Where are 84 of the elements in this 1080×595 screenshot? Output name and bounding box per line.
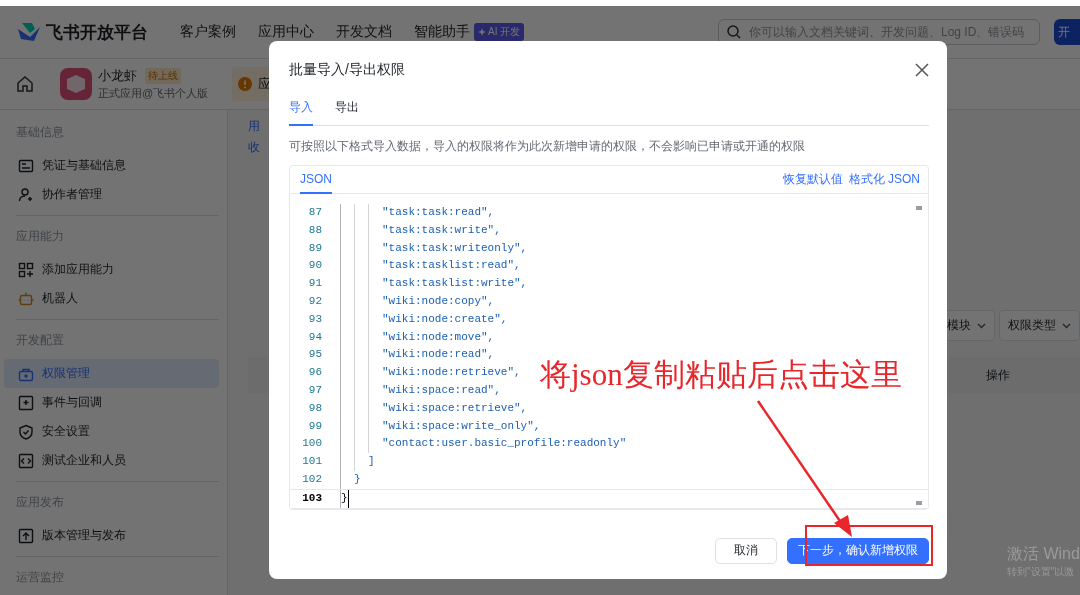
grid-icon <box>18 261 34 278</box>
sidebar-item[interactable]: 权限管理 <box>4 359 219 388</box>
cut-text: 用 <box>248 118 260 135</box>
nav-link[interactable]: 开发文档 <box>336 23 392 41</box>
code-line: "wiki:node:retrieve", <box>382 365 521 381</box>
developer-button[interactable]: 开 <box>1054 19 1080 45</box>
code-line: "task:tasklist:write", <box>382 276 528 292</box>
editor-action-link[interactable]: 格式化 JSON <box>848 171 920 188</box>
search-icon <box>727 25 741 39</box>
code-line: "contact:user.basic_profile:readonly" <box>382 436 627 452</box>
dialog-tab[interactable]: 导入 <box>289 99 313 126</box>
app-icon <box>60 68 92 100</box>
code-line: "wiki:space:read", <box>382 382 501 398</box>
notice-text: 应 <box>258 75 272 93</box>
code-line: "task:task:read", <box>382 205 495 220</box>
sidebar-item[interactable]: 测试企业和人员 <box>4 446 219 475</box>
editor-action-link[interactable]: 恢复默认值 <box>782 171 843 188</box>
code-line: } <box>354 471 361 487</box>
table-header-cell: 操作 <box>986 366 1010 384</box>
plus-icon <box>18 394 34 411</box>
code-line: ] <box>368 454 375 470</box>
code-line: "task:task:writeonly", <box>382 240 528 256</box>
line-number: 101 <box>301 454 323 470</box>
annotation-text: 将json复制粘贴后点击这里 <box>540 356 902 394</box>
line-number: 96 <box>307 365 323 381</box>
filter-dropdown[interactable]: 模块 <box>944 310 995 341</box>
code-line: "wiki:node:move", <box>382 329 495 345</box>
app-name: 小龙虾 <box>98 67 137 85</box>
nav-link[interactable]: 客户案例 <box>180 23 236 41</box>
line-number: 100 <box>301 436 323 452</box>
home-icon[interactable] <box>16 75 34 93</box>
card-icon <box>18 157 34 174</box>
code-line: "wiki:space:write_only", <box>382 418 541 434</box>
sidebar-item[interactable]: 添加应用能力 <box>4 255 219 284</box>
sidebar-item[interactable]: 版本管理与发布 <box>4 521 219 550</box>
dialog-tab[interactable]: 导出 <box>335 99 359 126</box>
line-number: 97 <box>307 382 323 398</box>
code-icon <box>18 452 34 469</box>
sidebar-item[interactable]: 安全设置 <box>4 417 219 446</box>
line-number: 103 <box>301 490 323 506</box>
sidebar-item[interactable]: 机器人 <box>4 284 219 313</box>
close-icon[interactable] <box>915 63 929 77</box>
line-number: 95 <box>307 347 323 363</box>
line-number: 94 <box>307 329 323 345</box>
filter-dropdown[interactable]: 权限类型 <box>999 310 1080 341</box>
line-number: 99 <box>307 418 323 434</box>
chevron-down-icon <box>1062 322 1071 329</box>
code-line: "task:task:write", <box>382 222 501 238</box>
line-number: 89 <box>307 240 323 256</box>
line-number: 91 <box>307 276 323 292</box>
code-line: "wiki:node:create", <box>382 311 508 327</box>
cut-text: 收 <box>248 139 260 156</box>
shield-icon <box>18 423 34 440</box>
ai-badge: AI 开发 <box>474 23 525 41</box>
nav-link[interactable]: 应用中心 <box>258 23 314 41</box>
line-number: 102 <box>301 471 323 487</box>
nav-link[interactable]: 智能助手 <box>414 23 470 41</box>
upload-icon <box>18 527 34 544</box>
dialog-title: 批量导入/导出权限 <box>289 61 405 79</box>
code-line: "wiki:node:read", <box>382 347 495 363</box>
line-number: 87 <box>307 205 323 220</box>
robot-icon <box>18 290 34 307</box>
logo-icon <box>18 23 40 41</box>
app-subtitle: 正式应用@飞书个人版 <box>98 86 209 101</box>
line-number: 90 <box>307 258 323 274</box>
code-line: "wiki:node:copy", <box>382 294 495 309</box>
line-number: 98 <box>307 400 323 416</box>
cancel-button[interactable]: 取消 <box>715 537 777 564</box>
sidebar-item[interactable]: 协作者管理 <box>4 180 219 209</box>
line-number: 88 <box>307 222 323 238</box>
brand-name[interactable]: 飞书开放平台 <box>46 20 148 44</box>
dialog-description: 可按照以下格式导入数据，导入的权限将作为此次新增申请的权限，不会影响已申请或开通的权限 <box>289 138 806 155</box>
sidebar-item[interactable]: 事件与回调 <box>4 388 219 417</box>
code-line: "task:tasklist:read", <box>382 258 521 274</box>
json-editor[interactable] <box>289 165 929 510</box>
warning-icon <box>238 77 253 91</box>
sidebar-item[interactable]: 凭证与基础信息 <box>4 151 219 180</box>
editor-tab[interactable]: JSON <box>300 166 332 194</box>
chevron-down-icon <box>977 322 986 329</box>
user-icon <box>18 186 34 203</box>
line-number: 92 <box>307 294 323 309</box>
code-line: } <box>341 490 348 506</box>
code-line: "wiki:space:retrieve", <box>382 400 528 416</box>
line-number: 93 <box>307 311 323 327</box>
